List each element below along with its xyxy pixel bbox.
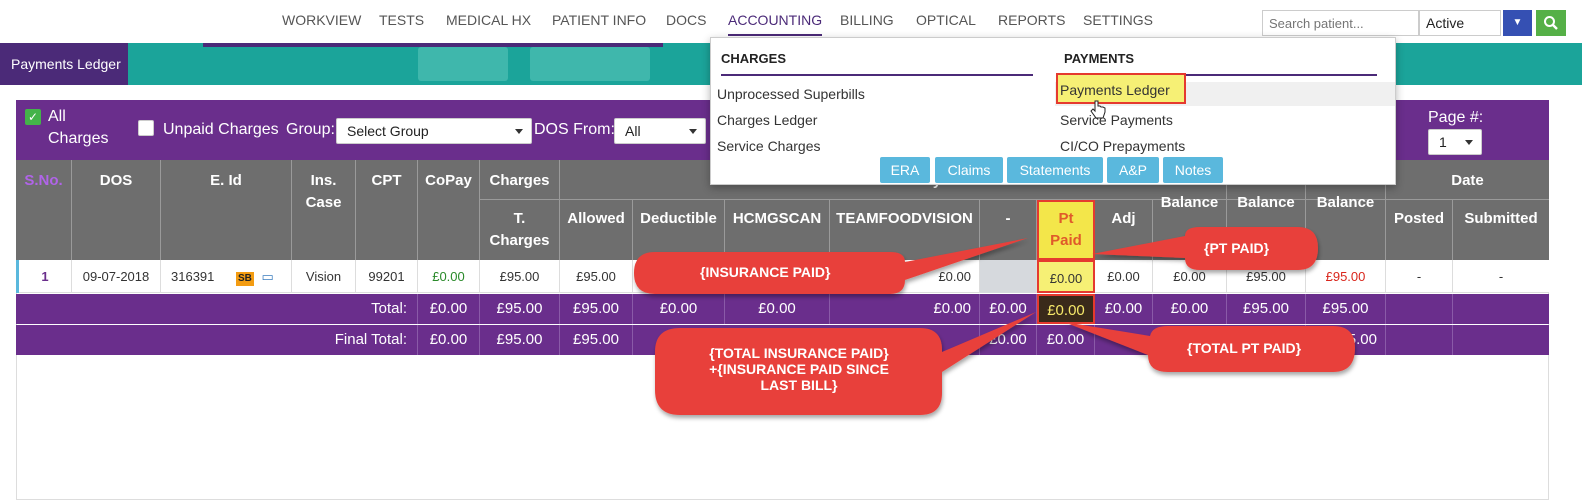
total-pt-paid-callout-text: {TOTAL PT PAID} <box>1187 340 1302 356</box>
total-insurance-paid-line1: {TOTAL INSURANCE PAID} <box>709 345 889 361</box>
insurance-paid-callout <box>634 238 1028 294</box>
insurance-paid-callout-text: {INSURANCE PAID} <box>700 264 831 280</box>
annotation-callouts <box>634 227 1355 415</box>
pt-paid-callout-text: {PT PAID} <box>1204 240 1270 256</box>
total-insurance-paid-callout-text: {TOTAL INSURANCE PAID} +{INSURANCE PAID … <box>680 345 918 393</box>
total-insurance-paid-line2: +{INSURANCE PAID SINCE <box>709 361 889 377</box>
total-insurance-paid-line3: LAST BILL} <box>760 377 838 393</box>
